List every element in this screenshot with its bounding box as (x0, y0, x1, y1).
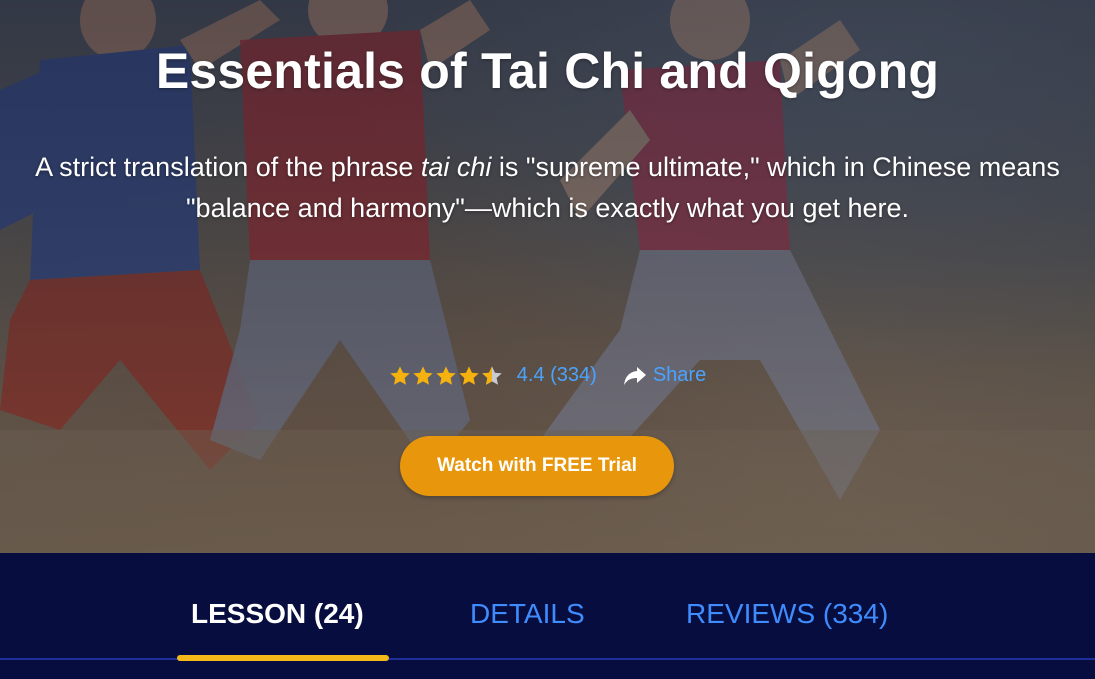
star-icon (436, 365, 456, 385)
course-description: A strict translation of the phrase tai c… (0, 147, 1095, 229)
rating-summary[interactable]: 4.4 (334) (517, 364, 597, 387)
active-tab-indicator (177, 655, 389, 661)
share-arrow-icon (623, 366, 646, 385)
star-icon (390, 365, 410, 385)
star-half-icon (482, 365, 502, 385)
share-button[interactable]: Share (623, 364, 706, 387)
tab-lesson[interactable]: LESSON (24) (191, 598, 364, 630)
description-italic-phrase: tai chi (420, 152, 492, 182)
tab-reviews[interactable]: REVIEWS (334) (686, 598, 888, 630)
star-icon (413, 365, 433, 385)
star-rating (389, 365, 503, 387)
tab-details[interactable]: DETAILS (470, 598, 585, 630)
course-title: Essentials of Tai Chi and Qigong (155, 43, 940, 99)
rating-count: (334) (550, 364, 597, 386)
course-page: Essentials of Tai Chi and Qigong A stric… (0, 0, 1095, 679)
hero-banner: Essentials of Tai Chi and Qigong A stric… (0, 0, 1095, 553)
rating-value: 4.4 (516, 364, 545, 386)
course-tabs: LESSON (24) DETAILS REVIEWS (334) (0, 553, 1095, 679)
description-text-start: A strict translation of the phrase (35, 152, 421, 182)
tabbar-divider (0, 658, 1095, 660)
star-icon (459, 365, 479, 385)
watch-free-trial-button[interactable]: Watch with FREE Trial (400, 436, 674, 496)
share-label: Share (652, 364, 707, 386)
rating-row: 4.4 (334) Share (0, 364, 1095, 387)
